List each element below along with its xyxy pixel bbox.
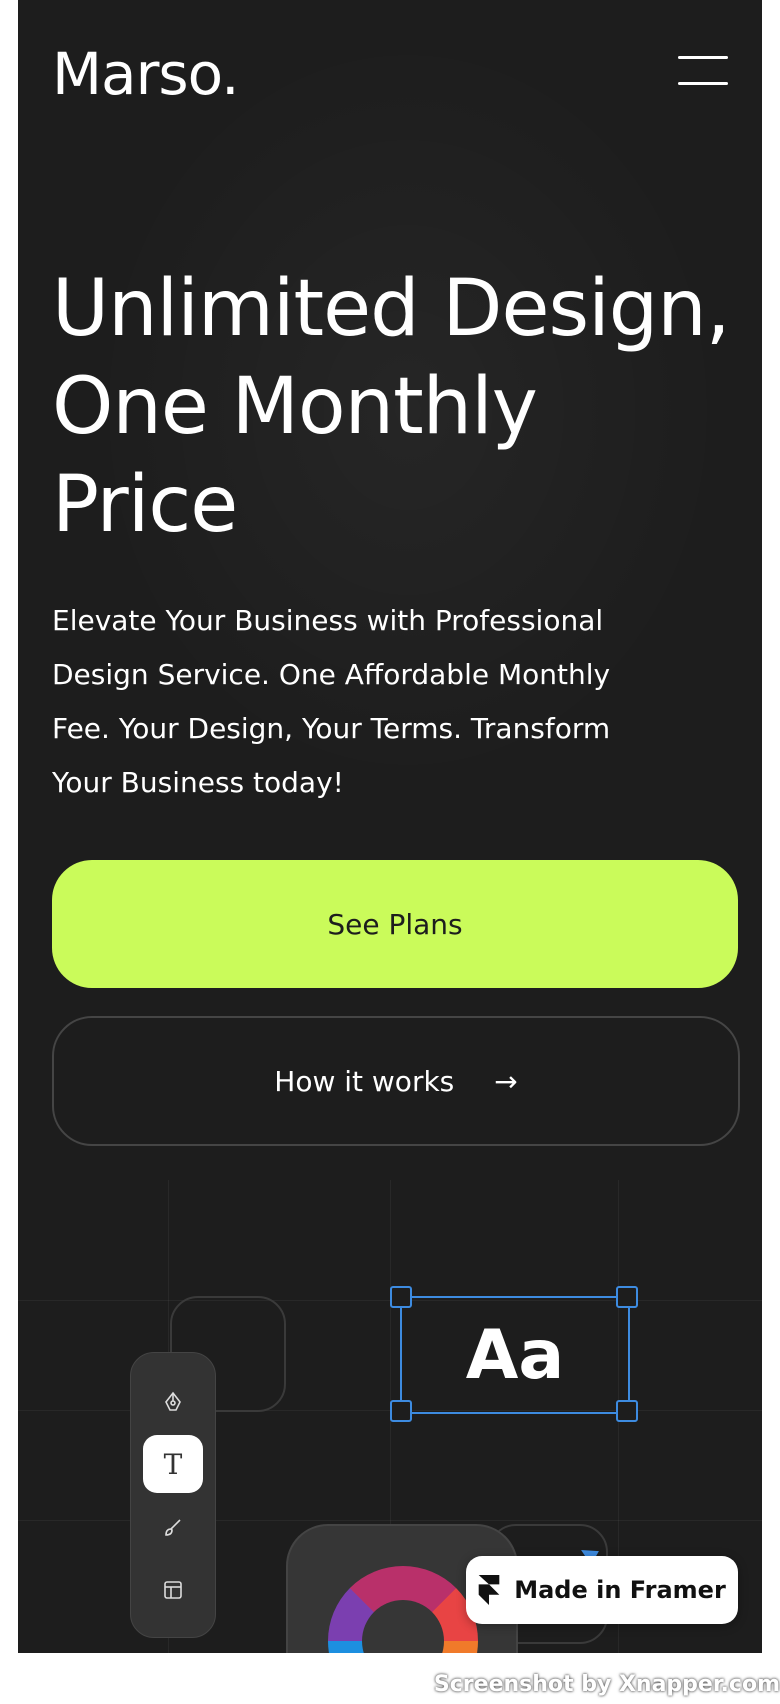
hero-title-line-2: One Monthly bbox=[52, 362, 538, 452]
selection-handle bbox=[616, 1400, 638, 1422]
selection-handle bbox=[616, 1286, 638, 1308]
color-wheel bbox=[328, 1566, 478, 1653]
selection-handle bbox=[390, 1400, 412, 1422]
hero-title-line-3: Price bbox=[52, 460, 238, 550]
hamburger-menu-icon-bar bbox=[678, 82, 728, 85]
made-in-framer-badge[interactable]: Made in Framer bbox=[466, 1556, 738, 1624]
text-tool-icon[interactable]: T bbox=[143, 1435, 203, 1493]
how-it-works-label: How it works bbox=[274, 1064, 455, 1098]
brush-tool-icon[interactable] bbox=[143, 1499, 203, 1557]
hero-subtitle: Elevate Your Business with Professional … bbox=[52, 604, 611, 799]
text-sample: Aa bbox=[465, 1315, 565, 1395]
page-frame: Marso. Unlimited Design, One Monthly Pri… bbox=[18, 0, 762, 1653]
menu-button[interactable] bbox=[678, 56, 728, 88]
hamburger-menu-icon bbox=[678, 56, 728, 59]
pen-tool-icon[interactable] bbox=[143, 1373, 203, 1431]
see-plans-button[interactable]: See Plans bbox=[52, 860, 738, 988]
how-it-works-button[interactable]: How it works → bbox=[52, 1016, 740, 1146]
text-sample-frame: Aa bbox=[400, 1296, 630, 1414]
layout-tool-icon[interactable] bbox=[143, 1561, 203, 1619]
hero-title: Unlimited Design, One Monthly Price bbox=[52, 260, 752, 554]
see-plans-label: See Plans bbox=[327, 907, 463, 941]
selection-handle bbox=[390, 1286, 412, 1308]
tools-panel: T bbox=[130, 1352, 216, 1638]
watermark: Screenshot by Xnapper.com bbox=[433, 1672, 780, 1697]
framer-logo-icon bbox=[478, 1575, 500, 1605]
made-in-framer-label: Made in Framer bbox=[514, 1576, 726, 1604]
arrow-right-icon: → bbox=[494, 1064, 518, 1098]
hero-title-line-1: Unlimited Design, bbox=[52, 264, 731, 354]
brand-logo[interactable]: Marso. bbox=[52, 40, 240, 108]
